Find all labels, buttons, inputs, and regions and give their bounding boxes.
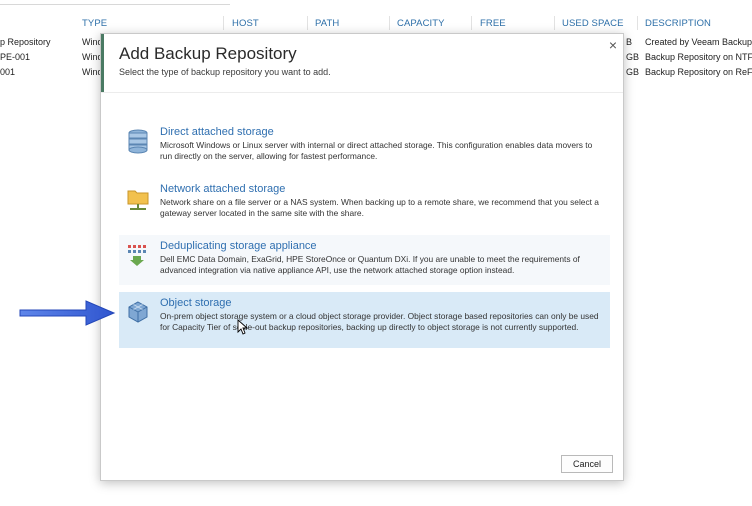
- pointer-arrow-icon: [19, 300, 116, 326]
- column-separator: [637, 16, 638, 30]
- cell-used-space: B: [626, 37, 633, 47]
- option-description: On-prem object storage system or a cloud…: [160, 311, 599, 332]
- column-header-host[interactable]: HOST: [232, 18, 259, 29]
- option-title[interactable]: Network attached storage: [160, 183, 602, 196]
- column-header-capacity[interactable]: CAPACITY: [397, 18, 445, 29]
- search-box-edge: [0, 0, 230, 5]
- option-description: Network share on a file server or a NAS …: [160, 197, 599, 218]
- column-separator: [389, 16, 390, 30]
- option-network-attached-storage[interactable]: Network attached storage Network share o…: [119, 178, 610, 228]
- option-direct-attached-storage[interactable]: Direct attached storage Microsoft Window…: [119, 121, 610, 171]
- option-deduplicating-storage-appliance[interactable]: Deduplicating storage appliance Dell EMC…: [119, 235, 610, 285]
- option-title[interactable]: Direct attached storage: [160, 126, 602, 139]
- cell-description: Backup Repository on NTFS: [645, 52, 752, 62]
- column-separator: [471, 16, 472, 30]
- cell-name: PE-001: [0, 52, 31, 62]
- column-header-used-space[interactable]: USED SPACE: [562, 18, 624, 29]
- add-backup-repository-dialog: × Add Backup Repository Select the type …: [100, 33, 624, 481]
- object-storage-cube-icon: [127, 300, 149, 324]
- header-accent-bar: [101, 34, 104, 92]
- option-object-storage[interactable]: Object storage On-prem object storage sy…: [119, 292, 610, 348]
- column-separator: [223, 16, 224, 30]
- cancel-button[interactable]: Cancel: [561, 455, 613, 473]
- option-title[interactable]: Object storage: [160, 297, 602, 310]
- cell-name: 001: [0, 67, 16, 77]
- cell-used-space: GB: [626, 52, 640, 62]
- close-icon[interactable]: ×: [609, 37, 617, 53]
- header-divider: [101, 92, 623, 93]
- column-header-path[interactable]: PATH: [315, 18, 339, 29]
- cell-description: Created by Veeam Backup: [645, 37, 752, 47]
- database-stack-icon: [127, 129, 149, 154]
- option-title[interactable]: Deduplicating storage appliance: [160, 240, 602, 253]
- dialog-subtitle: Select the type of backup repository you…: [119, 67, 331, 77]
- column-separator: [307, 16, 308, 30]
- column-header-type[interactable]: TYPE: [82, 18, 107, 29]
- network-folder-icon: [127, 186, 149, 210]
- mouse-cursor-icon: [237, 319, 248, 335]
- cell-used-space: GB: [626, 67, 640, 77]
- dialog-title: Add Backup Repository: [119, 44, 297, 63]
- cell-description: Backup Repository on ReFS: [645, 67, 752, 77]
- column-separator: [554, 16, 555, 30]
- column-header-free[interactable]: FREE: [480, 18, 506, 29]
- dedup-appliance-icon: [127, 243, 149, 267]
- cell-name: p Repository: [0, 37, 51, 47]
- option-description: Microsoft Windows or Linux server with i…: [160, 140, 593, 161]
- option-description: Dell EMC Data Domain, ExaGrid, HPE Store…: [160, 254, 580, 275]
- column-header-description[interactable]: DESCRIPTION: [645, 18, 711, 29]
